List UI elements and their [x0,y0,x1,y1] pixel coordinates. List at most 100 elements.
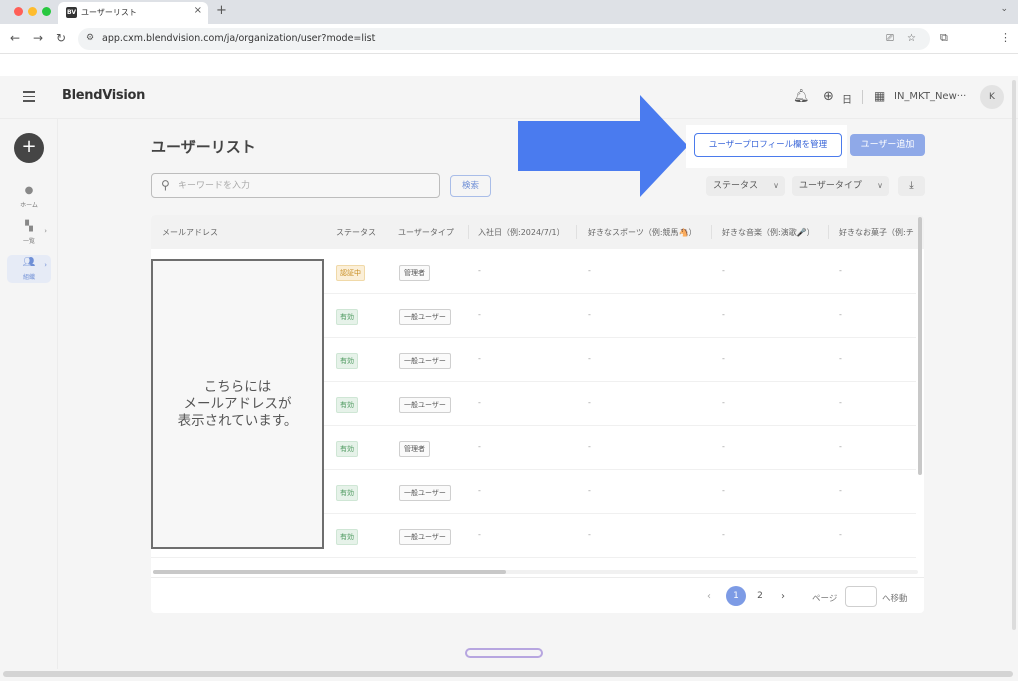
page-2-button[interactable]: 2 [750,586,770,606]
tab-close-icon[interactable]: × [194,5,202,16]
maximize-window-icon[interactable] [42,7,51,16]
extensions-icon[interactable]: ⧉ [940,31,948,45]
music-cell: - [722,310,725,319]
search-icon: ⚲ [161,178,170,192]
back-icon[interactable]: ← [10,31,20,45]
download-icon: ⤓ [909,180,914,191]
sport-cell: - [588,266,591,275]
music-cell: - [722,442,725,451]
snack-cell: - [839,310,842,319]
column-header-user-type[interactable]: ユーザータイプ [398,227,454,238]
download-button[interactable]: ⤓ [898,176,925,196]
page-jump-input[interactable] [845,586,877,607]
browser-tab[interactable]: BV ユーザーリスト × [58,2,208,24]
goto-label: へ移動 [882,594,908,604]
snack-cell: - [839,398,842,407]
vertical-scrollbar[interactable] [918,217,922,475]
reload-icon[interactable]: ↻ [56,31,66,45]
column-header-status[interactable]: ステータス [336,227,376,238]
sport-cell: - [588,530,591,539]
status-filter-label: ステータス [713,181,759,191]
music-cell: - [722,354,725,363]
join-date-cell: - [478,354,481,363]
user-type-tag: 一般ユーザー [399,397,451,413]
status-badge: 有効 [336,529,358,545]
snack-cell: - [839,354,842,363]
user-type-tag: 管理者 [399,265,430,281]
join-date-cell: - [478,398,481,407]
column-header-sport[interactable]: 好きなスポーツ（例:競馬🐴） [588,227,697,238]
browser-tab-bar: BV ユーザーリスト × + ⌄ [0,0,1018,24]
cast-icon[interactable]: ⎚ [886,33,894,44]
sport-cell: - [588,486,591,495]
table-header: メールアドレス ステータス ユーザータイプ 入社日（例:2024/7/1） 好き… [151,215,924,249]
music-cell: - [722,486,725,495]
user-type-filter[interactable]: ユーザータイプ ∨ [792,176,889,196]
browser-toolbar: ← → ↻ ⚙ app.cxm.blendvision.com/ja/organ… [0,24,1018,54]
sport-cell: - [588,398,591,407]
status-filter[interactable]: ステータス ∨ [706,176,785,196]
music-cell: - [722,266,725,275]
status-badge: 有効 [336,485,358,501]
search-button[interactable]: 検索 [450,175,491,197]
sport-cell: - [588,354,591,363]
forward-icon[interactable]: → [33,31,43,45]
search-input[interactable] [178,178,428,194]
column-header-join-date[interactable]: 入社日（例:2024/7/1） [478,227,565,238]
chevron-down-icon: ∨ [877,181,883,190]
redaction-note-line: メールアドレスが [183,396,292,412]
sport-cell: - [588,310,591,319]
chevron-down-icon[interactable]: ⌄ [1000,4,1008,14]
join-date-cell: - [478,266,481,275]
minimize-window-icon[interactable] [28,7,37,16]
page-1-button[interactable]: 1 [726,586,746,606]
snack-cell: - [839,442,842,451]
column-divider [828,225,829,239]
status-badge: 有効 [336,309,358,325]
music-cell: - [722,398,725,407]
row-divider [151,557,916,558]
status-badge: 有効 [336,397,358,413]
email-redaction-box: こちらには メールアドレスが 表示されています。 [151,259,324,549]
site-info-icon[interactable]: ⚙ [86,33,94,43]
add-user-button[interactable]: ユーザー追加 [850,134,925,156]
status-badge: 有効 [336,441,358,457]
redaction-note-line: 表示されています。 [177,413,298,429]
column-header-snack[interactable]: 好きなお菓子（例:チ [839,227,914,238]
redaction-note: こちらには メールアドレスが 表示されています。 [153,379,322,430]
column-divider [468,225,469,239]
snack-cell: - [839,486,842,495]
page-scrollbar[interactable] [1012,80,1016,630]
next-page-icon[interactable]: › [781,591,785,602]
close-window-icon[interactable] [14,7,23,16]
join-date-cell: - [478,530,481,539]
column-header-email[interactable]: メールアドレス [162,227,218,238]
favicon-icon: BV [66,7,77,18]
page-label: ページ [812,594,838,604]
music-cell: - [722,530,725,539]
manage-profile-fields-button[interactable]: ユーザープロフィール欄を管理 [694,133,842,157]
join-date-cell: - [478,486,481,495]
address-bar[interactable]: ⚙ app.cxm.blendvision.com/ja/organizatio… [78,28,930,50]
bottom-indicator [465,648,543,658]
user-type-tag: 一般ユーザー [399,529,451,545]
new-tab-button[interactable]: + [216,3,227,18]
user-type-filter-label: ユーザータイプ [799,181,862,191]
star-icon[interactable]: ☆ [907,33,916,44]
chevron-down-icon: ∨ [773,181,779,190]
status-badge: 認証中 [336,265,365,281]
table-footer-divider [151,577,924,578]
previous-page-icon[interactable]: ‹ [707,591,711,602]
snack-cell: - [839,266,842,275]
user-type-tag: 一般ユーザー [399,309,451,325]
sport-cell: - [588,442,591,451]
column-header-music[interactable]: 好きな音楽（例:演歌🎤） [722,227,815,238]
horizontal-scrollbar[interactable] [153,570,506,574]
join-date-cell: - [478,310,481,319]
column-divider [576,225,577,239]
join-date-cell: - [478,442,481,451]
snack-cell: - [839,530,842,539]
page-horizontal-scrollbar[interactable] [3,671,1013,677]
menu-icon[interactable]: ⋮ [1000,31,1011,44]
user-type-tag: 一般ユーザー [399,353,451,369]
